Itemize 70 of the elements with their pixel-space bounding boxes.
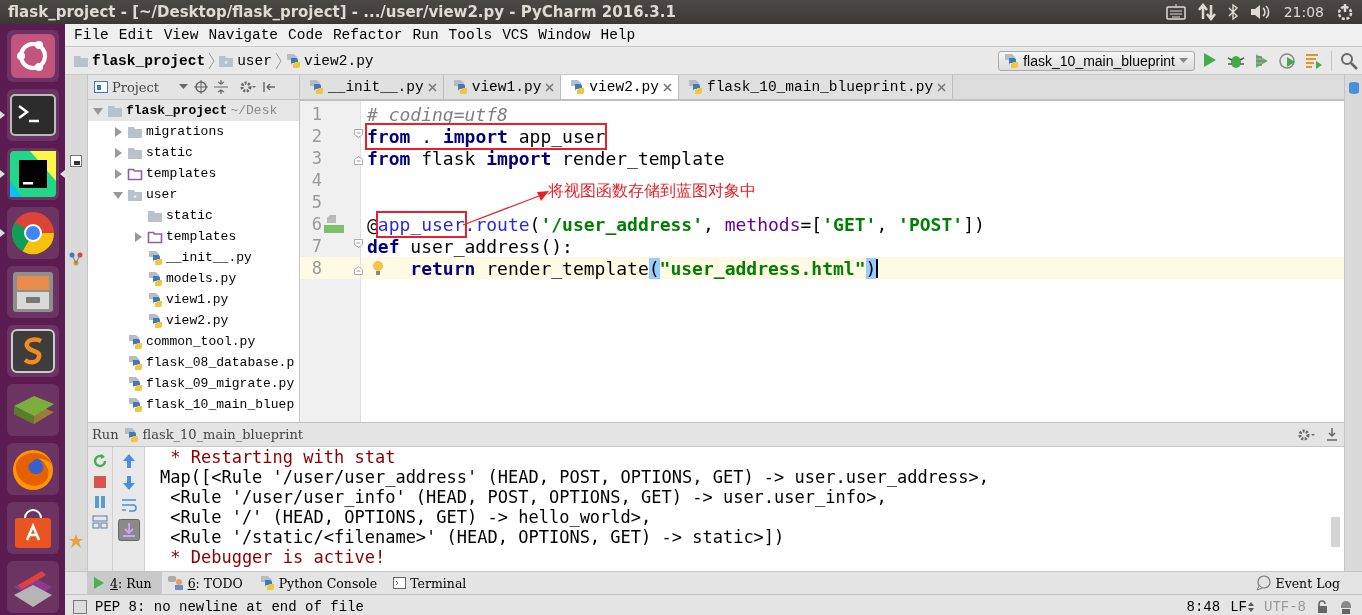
tool-window-tab[interactable]: 6: TODO <box>161 572 253 594</box>
tree-item[interactable]: view1.py <box>166 292 229 307</box>
menu-item[interactable]: File <box>69 27 114 43</box>
tree-item[interactable]: common_tool.py <box>146 334 256 349</box>
line-number: 8 <box>310 258 322 278</box>
line-number: 6 <box>310 214 322 234</box>
menu-item[interactable]: Tools <box>443 27 498 43</box>
line-number: 5 <box>310 192 322 212</box>
menu-item[interactable]: Edit <box>113 27 159 43</box>
run-config-name: flask_10_main_blueprint <box>142 427 303 443</box>
editor-tab[interactable]: view2.py <box>561 75 679 99</box>
code-text: # coding=utf8 <box>367 103 508 125</box>
caret-position[interactable]: 8:48 <box>1186 598 1221 615</box>
highlighted-code: app_user <box>377 212 465 236</box>
console-line: <Rule '/user/user_info' (HEAD, POST, OPTIONS, GET) -> user.user_info>, <box>169 487 887 508</box>
panel-title: Run <box>92 427 119 443</box>
tree-item[interactable]: flask_09_migrate.py <box>146 376 295 391</box>
tree-item[interactable]: templates <box>146 166 217 181</box>
console-line: Map([<Rule '/user/user_address' (HEAD, POST, OPTIONS, GET) -> user.user_address>, <box>160 467 990 488</box>
tree-item[interactable]: templates <box>166 229 237 244</box>
editor-tab[interactable]: __init__.py <box>300 75 444 99</box>
tree-item[interactable]: flask_project <box>126 103 228 118</box>
highlighted-code: from . import app_user <box>367 124 606 148</box>
tree-item[interactable]: static <box>146 145 193 160</box>
tree-item[interactable]: view2.py <box>166 313 229 328</box>
line-number: 4 <box>310 170 322 190</box>
editor-tab[interactable]: view1.py <box>443 75 562 99</box>
tree-item[interactable]: __init__.py <box>166 250 252 265</box>
tool-window-tab[interactable]: Terminal <box>387 572 477 594</box>
clock[interactable]: 21:08 <box>1283 4 1324 20</box>
console-line: * Restarting with stat <box>169 447 396 468</box>
code-text: from flask import render_template <box>367 147 725 169</box>
tool-window-tab[interactable]: 4: Run <box>87 572 162 594</box>
path-hint: ~/Desk <box>230 103 278 118</box>
line-number: 3 <box>310 148 322 168</box>
annotation-note: 将视图函数存储到蓝图对象中 <box>548 181 756 202</box>
line-separator[interactable]: LF <box>1230 598 1247 615</box>
run-configuration-dropdown[interactable]: flask_10_main_blueprint <box>998 50 1195 71</box>
breadcrumb-item[interactable]: view2.py <box>303 52 374 69</box>
editor-tab[interactable]: flask_10_main_blueprint.py <box>678 75 954 99</box>
breadcrumb-item[interactable]: user <box>237 52 272 69</box>
menu-item[interactable]: Window <box>533 27 596 43</box>
line-number: 1 <box>310 104 322 124</box>
menu-item[interactable]: Help <box>595 27 641 43</box>
menu-item[interactable]: Code <box>283 27 328 43</box>
tool-window-tab[interactable]: Python Console <box>252 572 388 594</box>
console-line: <Rule '/' (HEAD, OPTIONS, GET) -> hello_world>, <box>169 507 652 528</box>
panel-title[interactable]: Project <box>112 79 160 95</box>
line-number: 2 <box>310 126 322 146</box>
menu-item[interactable]: VCS <box>497 27 534 43</box>
code-text: return render_template("user_address.html") <box>409 257 877 279</box>
tree-item[interactable]: flask_08_database.p <box>146 355 295 370</box>
tree-item[interactable]: flask_10_main_bluep <box>146 397 295 412</box>
console-line: * Debugger is active! <box>169 547 386 568</box>
breadcrumb-item[interactable]: flask_project <box>92 52 206 69</box>
line-number: 7 <box>310 236 322 256</box>
code-text: def user_address(): <box>367 235 573 257</box>
tree-item[interactable]: user <box>146 187 178 202</box>
tree-item[interactable]: static <box>166 208 213 223</box>
console-line: <Rule '/static/<filename>' (HEAD, OPTIONS, GET) -> static>]) <box>169 527 785 548</box>
window-title: flask_project - [~/Desktop/flask_project] - .../user/view2.py - PyCharm 2016.3.1 <box>8 3 677 21</box>
tree-item[interactable]: migrations <box>146 124 224 139</box>
event-log-button[interactable]: Event Log <box>1275 575 1340 591</box>
code-text: .route('/user_address', methods=['GET', 'POST']) <box>464 213 985 235</box>
menu-item[interactable]: View <box>158 27 204 43</box>
menu-item[interactable]: Refactor <box>327 27 408 43</box>
tree-item[interactable]: models.py <box>166 271 237 286</box>
menu-item[interactable]: Run <box>407 27 444 43</box>
menu-item[interactable]: Navigate <box>203 27 284 43</box>
status-message: PEP 8: no newline at end of file <box>95 598 364 615</box>
